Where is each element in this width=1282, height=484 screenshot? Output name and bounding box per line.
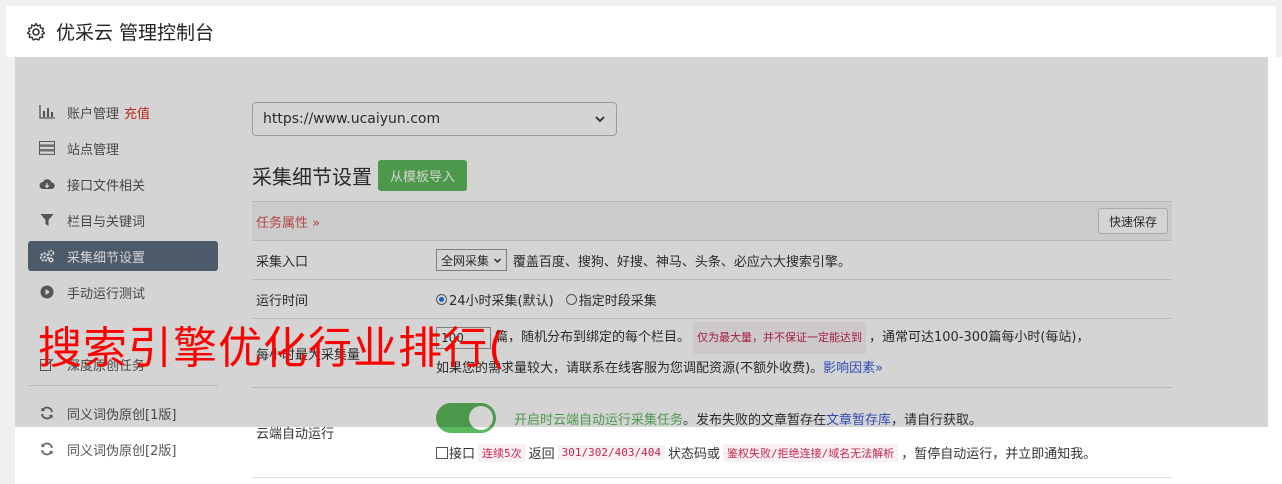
gears-icon	[39, 248, 55, 264]
radio-period[interactable]: 指定时段采集	[565, 290, 657, 309]
radio-dot	[565, 293, 577, 305]
task-attr-label: 任务属性	[256, 215, 309, 231]
sidebar-item-sites[interactable]: 站点管理	[28, 133, 218, 163]
collect-entry-value: 全网采集	[441, 253, 490, 268]
sidebar-item-synonym-v1[interactable]: 同义词伪原创[1版]	[28, 398, 218, 428]
sidebar-item-label: 接口文件相关	[67, 178, 146, 194]
code-errors: 鉴权失败/拒绝连接/域名无法解析	[723, 443, 899, 462]
cloud-text-1: 。发布失败的文章暂存在	[683, 412, 827, 428]
sidebar-item-label: 同义词伪原创[1版]	[67, 407, 177, 423]
sidebar-item-collect-settings[interactable]: 采集细节设置	[28, 241, 218, 271]
sidebar-item-label: 手动运行测试	[67, 286, 146, 302]
sidebar-item-label: 栏目与关键词	[67, 214, 146, 230]
max-note: 仅为最大量，并不保证一定能达到	[693, 322, 867, 354]
row-label: 采集入口	[256, 254, 309, 270]
cloud-download-icon	[39, 176, 55, 192]
refresh-icon	[39, 405, 55, 421]
draft-store-link[interactable]: 文章暂存库	[826, 409, 891, 428]
cloud-pause-line: 接口 连续5次 返回 301/302/403/404 状态码或 鉴权失败/拒绝连…	[436, 443, 1096, 462]
sidebar-item-api-files[interactable]: 接口文件相关	[28, 169, 218, 199]
radio-24h[interactable]: 24小时采集(默认)	[436, 290, 554, 309]
chevron-down-icon	[595, 116, 605, 123]
collect-entry-select[interactable]: 全网采集	[436, 249, 507, 271]
cloud-text-5: ，暂停自动运行，并立即通知我。	[901, 447, 1097, 462]
section-header: 采集细节设置 从模板导入	[252, 160, 1172, 191]
gear-icon	[26, 22, 46, 41]
refresh-icon	[39, 441, 55, 457]
cloud-text-3: 返回	[528, 447, 555, 462]
radio-24h-label: 24小时采集(默认)	[449, 293, 554, 309]
double-chevron-down-icon: »	[312, 215, 321, 231]
max-text-line2: 如果您的需求量较大，请联系在线客服为您调配资源(不额外收费)。影响因素»	[436, 354, 1172, 384]
sidebar-item-label: 站点管理	[67, 142, 120, 158]
cloud-text-2: ，请自行获取。	[891, 412, 983, 428]
code-consecutive: 连续5次	[478, 443, 526, 462]
factors-link[interactable]: 影响因素»	[823, 361, 883, 376]
cloud-toggle-text: 开启时云端自动运行采集任务	[514, 412, 684, 428]
bar-chart-icon	[39, 104, 55, 120]
pause-checkbox-label: 接口	[449, 447, 476, 462]
right-gutter	[1268, 57, 1282, 484]
section-title: 采集细节设置	[252, 165, 372, 189]
top-bar: 优采云 管理控制台	[6, 6, 1276, 57]
radio-period-label: 指定时段采集	[578, 293, 657, 309]
cloud-text-4: 状态码或	[668, 447, 721, 462]
row-value: 开启时云端自动运行采集任务 。发布失败的文章暂存在 文章暂存库 ，请自行获取。 …	[436, 388, 1172, 477]
filter-icon	[39, 212, 55, 228]
cloud-toggle-line: 开启时云端自动运行采集任务 。发布失败的文章暂存在 文章暂存库 ，请自行获取。	[436, 403, 982, 433]
code-status: 301/302/403/404	[557, 445, 665, 460]
watermark-text: 搜索引擎优化行业排行(	[38, 323, 507, 374]
table-row: 采集入口 全网采集 覆盖百度、搜狗、好搜、神马、头条、必应六大搜索引擎。	[252, 241, 1172, 280]
row-value: 100 篇，随机分布到绑定的每个栏目。 仅为最大量，并不保证一定能达到 ，通常可…	[436, 319, 1172, 387]
sidebar-item-label: 账户管理	[67, 106, 120, 122]
sidebar-item-account[interactable]: 账户管理 充值	[28, 97, 218, 127]
task-attr-toggle[interactable]: 任务属性 »	[256, 212, 320, 231]
radio-dot	[436, 293, 447, 305]
site-select-value: https://www.ucaiyun.com	[263, 111, 441, 127]
chevron-down-icon	[493, 257, 501, 263]
sidebar: 账户管理 充值 站点管理 接口文件相关 栏目与关键词 采集细节设置 手动运行测试…	[28, 97, 218, 470]
table-row: 云端自动运行 开启时云端自动运行采集任务 。发布失败的文章暂存在 文章暂存库 ，…	[252, 388, 1172, 478]
content-panel: 账户管理 充值 站点管理 接口文件相关 栏目与关键词 采集细节设置 手动运行测试…	[15, 57, 1268, 484]
sidebar-item-label: 采集细节设置	[67, 250, 146, 266]
quick-save-button[interactable]: 快速保存	[1097, 208, 1168, 234]
max-text-2: ，通常可达100-300篇每小时(每站)，	[869, 330, 1090, 345]
row-label: 云端自动运行	[256, 427, 335, 442]
row-value: 全网采集 覆盖百度、搜狗、好搜、神马、头条、必应六大搜索引擎。	[436, 241, 1172, 279]
page-title: 优采云 管理控制台	[56, 22, 215, 44]
row-value: 24小时采集(默认) 指定时段采集	[436, 280, 1172, 318]
factors-link-label: 影响因素	[823, 361, 876, 376]
sidebar-item-columns-keywords[interactable]: 栏目与关键词	[28, 205, 218, 235]
sidebar-divider	[28, 385, 218, 386]
max-text-1: 篇，随机分布到绑定的每个栏目。	[495, 330, 691, 345]
cloud-auto-toggle[interactable]	[436, 403, 496, 433]
sidebar-item-manual-test[interactable]: 手动运行测试	[28, 277, 218, 307]
import-template-button[interactable]: 从模板导入	[378, 160, 468, 191]
recharge-link[interactable]: 充值	[124, 103, 150, 122]
play-circle-icon	[39, 284, 55, 300]
pause-checkbox[interactable]	[436, 446, 448, 459]
site-select[interactable]: https://www.ucaiyun.com	[252, 102, 617, 136]
server-icon	[39, 140, 55, 156]
table-header: 任务属性 » 快速保存	[252, 202, 1172, 241]
sidebar-item-synonym-v2[interactable]: 同义词伪原创[2版]	[28, 434, 218, 464]
sidebar-item-label: 同义词伪原创[2版]	[67, 443, 177, 459]
main-area: https://www.ucaiyun.com 采集细节设置 从模板导入 任务属…	[252, 102, 1172, 478]
collect-entry-desc: 覆盖百度、搜狗、好搜、神马、头条、必应六大搜索引擎。	[512, 254, 851, 270]
